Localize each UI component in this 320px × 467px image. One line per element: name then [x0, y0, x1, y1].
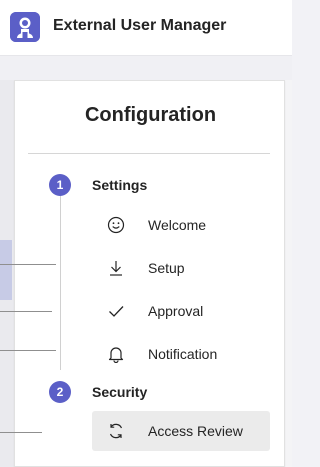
checkmark-icon	[106, 301, 126, 321]
bell-icon	[106, 344, 126, 364]
app-title: External User Manager	[53, 17, 227, 34]
step-number-badge: 1	[49, 174, 71, 196]
app-header: External User Manager	[0, 0, 292, 56]
smiley-face-icon	[106, 215, 126, 235]
nav-label-approval: Approval	[148, 303, 204, 319]
left-accent-bar	[0, 240, 12, 300]
panel-divider	[28, 153, 270, 154]
download-arrow-icon	[106, 258, 126, 278]
stepper-line	[60, 195, 61, 370]
sync-arrows-icon	[106, 421, 126, 441]
callout-line	[0, 264, 56, 265]
nav-label-access-review: Access Review	[148, 423, 243, 439]
nav-item-notification[interactable]: Notification	[92, 334, 270, 374]
step-label-settings: Settings	[92, 177, 148, 193]
header-band	[0, 56, 292, 80]
nav-item-setup[interactable]: Setup	[92, 248, 270, 288]
callout-line	[0, 432, 42, 433]
app-logo-icon	[10, 12, 40, 42]
callout-line	[0, 350, 56, 351]
step-number-badge: 2	[49, 381, 71, 403]
callout-line	[0, 311, 52, 312]
step-label-security: Security	[92, 384, 148, 400]
nav-item-access-review[interactable]: Access Review	[92, 411, 270, 451]
nav-item-approval[interactable]: Approval	[92, 291, 270, 331]
nav-item-welcome[interactable]: Welcome	[92, 205, 270, 245]
right-gutter	[285, 80, 292, 467]
nav-label-setup: Setup	[148, 260, 185, 276]
panel-title: Configuration	[84, 104, 217, 126]
nav-label-welcome: Welcome	[148, 217, 207, 233]
nav-label-notification: Notification	[148, 346, 218, 362]
